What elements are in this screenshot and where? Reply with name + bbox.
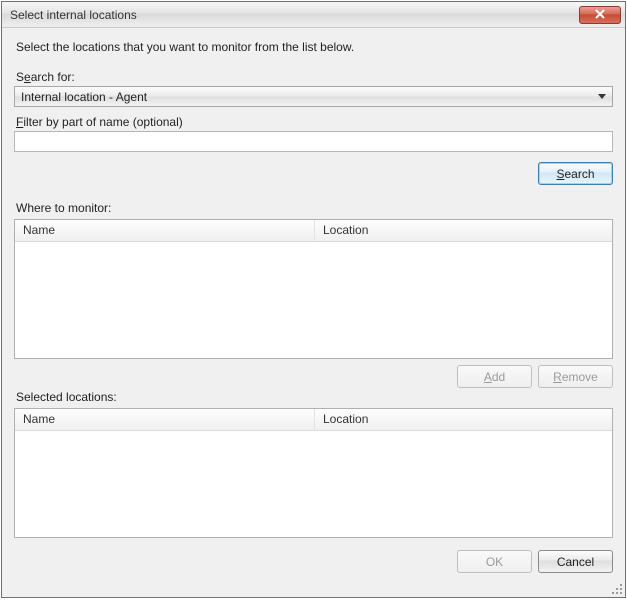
where-to-monitor-list[interactable]: Name Location xyxy=(14,219,613,359)
close-icon xyxy=(595,8,605,22)
remove-button: Remove xyxy=(538,365,613,388)
column-header-location[interactable]: Location xyxy=(315,409,612,430)
list-header: Name Location xyxy=(15,409,612,431)
titlebar: Select internal locations xyxy=(2,2,625,28)
column-header-name[interactable]: Name xyxy=(15,220,315,241)
cancel-button[interactable]: Cancel xyxy=(538,550,613,573)
ok-button: OK xyxy=(457,550,532,573)
search-for-dropdown[interactable]: Internal location - Agent xyxy=(14,86,613,107)
search-for-label: Search for: xyxy=(16,70,613,84)
add-button: Add xyxy=(457,365,532,388)
dropdown-selected-text: Internal location - Agent xyxy=(21,90,592,104)
dialog-window: Select internal locations Select the loc… xyxy=(1,1,626,598)
instruction-text: Select the locations that you want to mo… xyxy=(16,40,613,54)
close-button[interactable] xyxy=(579,6,621,24)
window-title: Select internal locations xyxy=(10,8,579,22)
search-button[interactable]: Search xyxy=(538,162,613,185)
client-area: Select the locations that you want to mo… xyxy=(2,28,625,597)
column-header-location[interactable]: Location xyxy=(315,220,612,241)
chevron-down-icon xyxy=(598,94,606,99)
filter-input[interactable] xyxy=(14,131,613,152)
list-header: Name Location xyxy=(15,220,612,242)
filter-label: Filter by part of name (optional) xyxy=(16,115,613,129)
list-body xyxy=(15,242,612,358)
column-header-name[interactable]: Name xyxy=(15,409,315,430)
selected-locations-list[interactable]: Name Location xyxy=(14,408,613,538)
list-body xyxy=(15,431,612,537)
resize-grip-icon xyxy=(608,580,622,594)
selected-locations-label: Selected locations: xyxy=(16,390,613,404)
where-to-monitor-label: Where to monitor: xyxy=(16,201,613,215)
